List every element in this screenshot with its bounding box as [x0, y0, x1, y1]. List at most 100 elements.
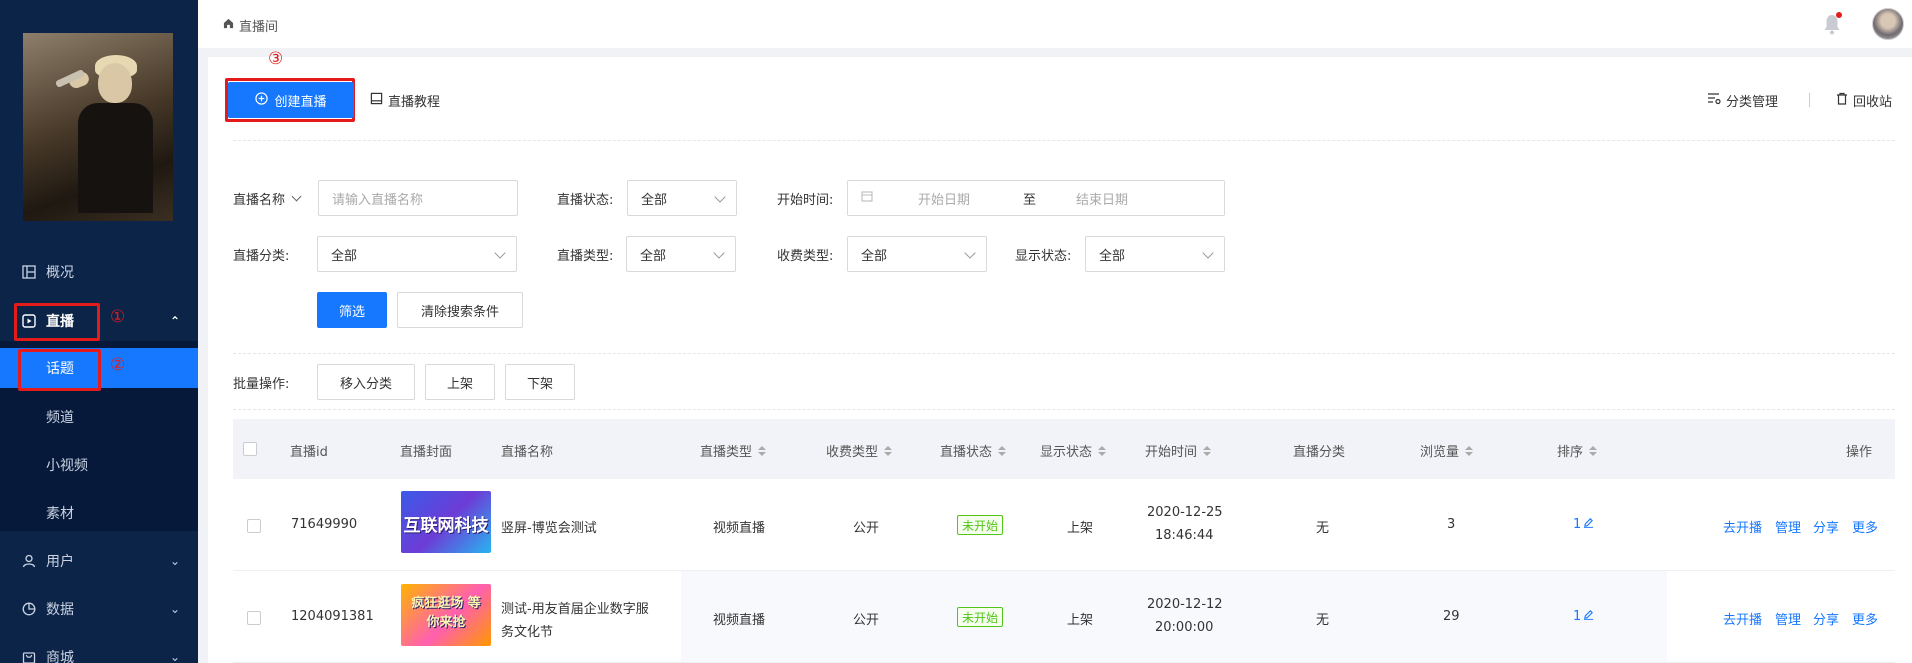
cell-name: 测试-用友首届企业数字服 [501, 602, 649, 617]
toolbar-divider [1809, 93, 1810, 107]
live-cover-image[interactable]: 疯狂逛场 等你来抢 [401, 584, 491, 646]
batch-label: 批量操作: [233, 377, 290, 392]
edit-pencil-icon [1583, 609, 1594, 624]
chevron-down-icon: ⌄ [169, 554, 180, 568]
header-label: 直播id [290, 445, 328, 460]
unpublish-button[interactable]: 下架 [505, 364, 575, 400]
header-label: 排序 [1557, 445, 1584, 460]
annotation-number-1: ① [110, 307, 126, 327]
live-tutorial-link[interactable]: 直播教程 [370, 91, 440, 110]
display-select[interactable]: 全部 [1085, 236, 1225, 272]
live-name-input[interactable]: 请输入直播名称 [318, 180, 518, 216]
notification-dot [1836, 12, 1842, 18]
input-placeholder: 请输入直播名称 [332, 192, 424, 208]
category-select[interactable]: 全部 [317, 236, 517, 272]
edit-pencil-icon [1583, 517, 1594, 532]
chevron-down-icon: ⌄ [169, 650, 180, 663]
cell-category: 无 [1316, 521, 1330, 536]
header-sort-order[interactable]: 排序 [1557, 441, 1598, 460]
header-views[interactable]: 浏览量 [1420, 441, 1474, 460]
shop-icon [22, 650, 36, 663]
header-display[interactable]: 显示状态 [1040, 441, 1107, 460]
calendar-icon [861, 190, 873, 206]
filter-button[interactable]: 筛选 [317, 292, 387, 328]
fee-select[interactable]: 全部 [847, 236, 987, 272]
cell-type: 视频直播 [713, 613, 766, 628]
plus-circle-icon [255, 91, 269, 109]
cover-text: 互联网科技 [403, 516, 489, 536]
home-icon[interactable] [223, 18, 234, 33]
header-label: 直播分类 [1293, 445, 1346, 460]
display-filter-label: 显示状态: [1015, 249, 1072, 264]
row-checkbox[interactable] [247, 611, 261, 625]
sort-icon [1465, 445, 1474, 456]
cell-id: 1204091381 [291, 609, 374, 624]
user-avatar[interactable] [1872, 8, 1904, 40]
cell-views: 3 [1447, 517, 1456, 532]
go-live-link[interactable]: 去开播 [1723, 609, 1762, 628]
annotation-number-2: ② [110, 355, 126, 375]
header-cover: 直播封面 [400, 441, 452, 460]
header-start-time[interactable]: 开始时间 [1145, 441, 1212, 460]
category-management-link[interactable]: 分类管理 [1707, 91, 1778, 110]
header-fee[interactable]: 收费类型 [826, 441, 893, 460]
sidebar-subitem-short-video[interactable]: 小视频 [0, 445, 198, 485]
clear-filters-button[interactable]: 清除搜索条件 [397, 292, 523, 328]
row-checkbox[interactable] [247, 519, 261, 533]
recycle-bin-link[interactable]: 回收站 [1836, 91, 1892, 110]
fee-filter-label: 收费类型: [777, 249, 834, 264]
sort-icon [998, 445, 1007, 456]
move-to-category-button[interactable]: 移入分类 [317, 364, 415, 400]
breadcrumb-current: 直播间 [239, 20, 279, 35]
dashboard-icon [22, 265, 36, 279]
name-filter-label: 直播名称 [233, 193, 286, 208]
divider [233, 140, 1895, 141]
header-label: 直播封面 [400, 445, 453, 460]
sidebar-item-overview[interactable]: 概况 [0, 248, 198, 296]
status-filter-label: 直播状态: [557, 193, 614, 208]
pie-chart-icon [22, 602, 36, 616]
sidebar-subitem-channel[interactable]: 频道 [0, 397, 198, 437]
cell-start-time: 18:46:44 [1155, 528, 1214, 543]
go-live-link[interactable]: 去开播 [1723, 517, 1762, 536]
sidebar-item-label: 商城 [46, 650, 74, 663]
more-link[interactable]: 更多 [1852, 609, 1878, 628]
category-management-label: 分类管理 [1726, 95, 1779, 110]
manage-link[interactable]: 管理 [1775, 609, 1801, 628]
header-label: 直播类型 [700, 445, 753, 460]
create-live-button[interactable]: 创建直播 [228, 82, 354, 118]
sidebar-item-data[interactable]: 数据 ⌄ [0, 585, 198, 633]
range-separator: 至 [1023, 192, 1037, 208]
chevron-down-icon [291, 191, 302, 202]
sidebar-item-users[interactable]: 用户 ⌄ [0, 537, 198, 585]
publish-button[interactable]: 上架 [425, 364, 495, 400]
sort-order-edit[interactable]: 1 [1573, 517, 1594, 532]
share-link[interactable]: 分享 [1813, 517, 1839, 536]
sidebar-subitem-label: 素材 [46, 506, 74, 522]
sort-icon [1203, 445, 1212, 456]
create-live-label: 创建直播 [274, 94, 327, 110]
manage-link[interactable]: 管理 [1775, 517, 1801, 536]
start-time-label: 开始时间: [777, 193, 834, 208]
share-link[interactable]: 分享 [1813, 609, 1839, 628]
sort-icon [1098, 445, 1107, 456]
sidebar-subitem-material[interactable]: 素材 [0, 493, 198, 533]
sort-order-edit[interactable]: 1 [1573, 609, 1594, 624]
name-field-selector[interactable]: 直播名称 [233, 189, 302, 208]
select-all-checkbox[interactable] [243, 442, 257, 456]
header-label: 开始时间 [1145, 445, 1198, 460]
more-link[interactable]: 更多 [1852, 517, 1878, 536]
sidebar-item-label: 用户 [46, 554, 74, 570]
live-cover-image[interactable]: 互联网科技 [401, 491, 491, 553]
status-badge: 未开始 [957, 515, 1004, 535]
cell-name: 竖屏-博览会测试 [501, 521, 597, 536]
cell-fee: 公开 [853, 521, 880, 536]
date-range-picker[interactable]: 开始日期 至 结束日期 [847, 180, 1225, 216]
status-select[interactable]: 全部 [627, 180, 737, 216]
cell-category: 无 [1316, 613, 1330, 628]
header-type[interactable]: 直播类型 [700, 441, 767, 460]
cell-id: 71649990 [291, 517, 358, 532]
type-select[interactable]: 全部 [626, 236, 736, 272]
sidebar-item-shop[interactable]: 商城 ⌄ [0, 633, 198, 663]
header-status[interactable]: 直播状态 [940, 441, 1007, 460]
